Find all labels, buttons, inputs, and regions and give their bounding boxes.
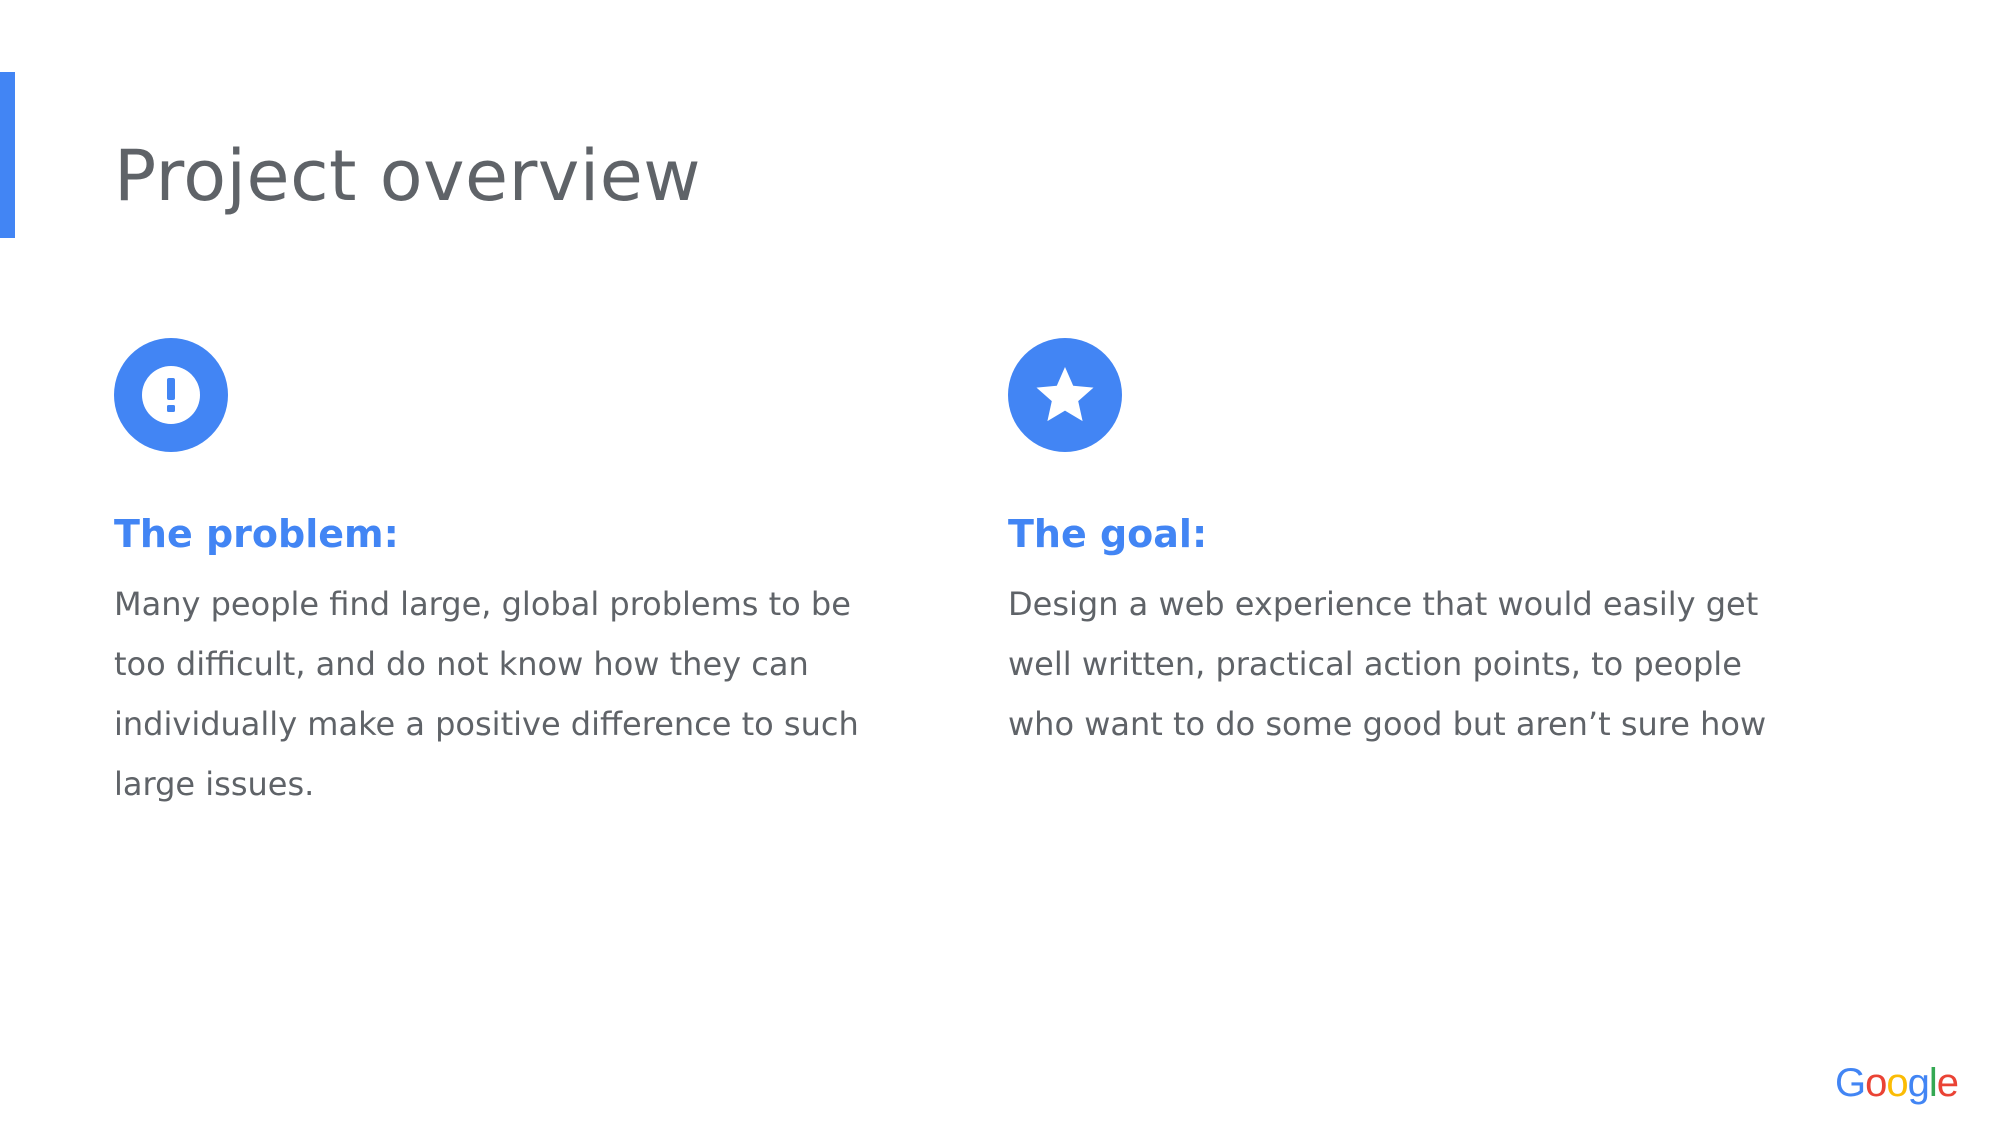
logo-letter: l <box>1928 1061 1938 1105</box>
star-circle-icon <box>1008 338 1122 452</box>
problem-text-line: Many people find large, global problems … <box>114 585 851 623</box>
logo-letter: o <box>1865 1061 1887 1105</box>
logo-letter: G <box>1834 1061 1866 1105</box>
problem-section: The problem: Many people find large, glo… <box>114 338 904 803</box>
problem-text-line: large issues. <box>114 765 315 803</box>
goal-text: Design a web experience that would easil… <box>1008 574 1766 754</box>
goal-text-line: Design a web experience that would easil… <box>1008 585 1759 623</box>
exclamation-icon <box>142 366 200 424</box>
page-title: Project overview <box>114 135 702 217</box>
star-icon <box>1036 367 1094 422</box>
logo-letter: o <box>1886 1061 1908 1105</box>
problem-text-line: too difficult, and do not know how they … <box>114 645 809 683</box>
logo-letter: g <box>1907 1061 1930 1105</box>
goal-section: The goal: Design a web experience that w… <box>1008 338 1848 743</box>
google-logo: Google <box>1834 1061 1959 1105</box>
logo-letter: e <box>1936 1061 1959 1105</box>
goal-text-line: who want to do some good but aren’t sure… <box>1008 705 1767 743</box>
title-accent-bar <box>0 72 15 238</box>
goal-text-line: well written, practical action points, t… <box>1008 645 1742 683</box>
problem-text: Many people find large, global problems … <box>114 574 859 814</box>
goal-heading: The goal: <box>1008 512 1208 556</box>
alert-circle-icon <box>114 338 228 452</box>
problem-text-line: individually make a positive difference … <box>114 705 859 743</box>
problem-heading: The problem: <box>114 512 399 556</box>
